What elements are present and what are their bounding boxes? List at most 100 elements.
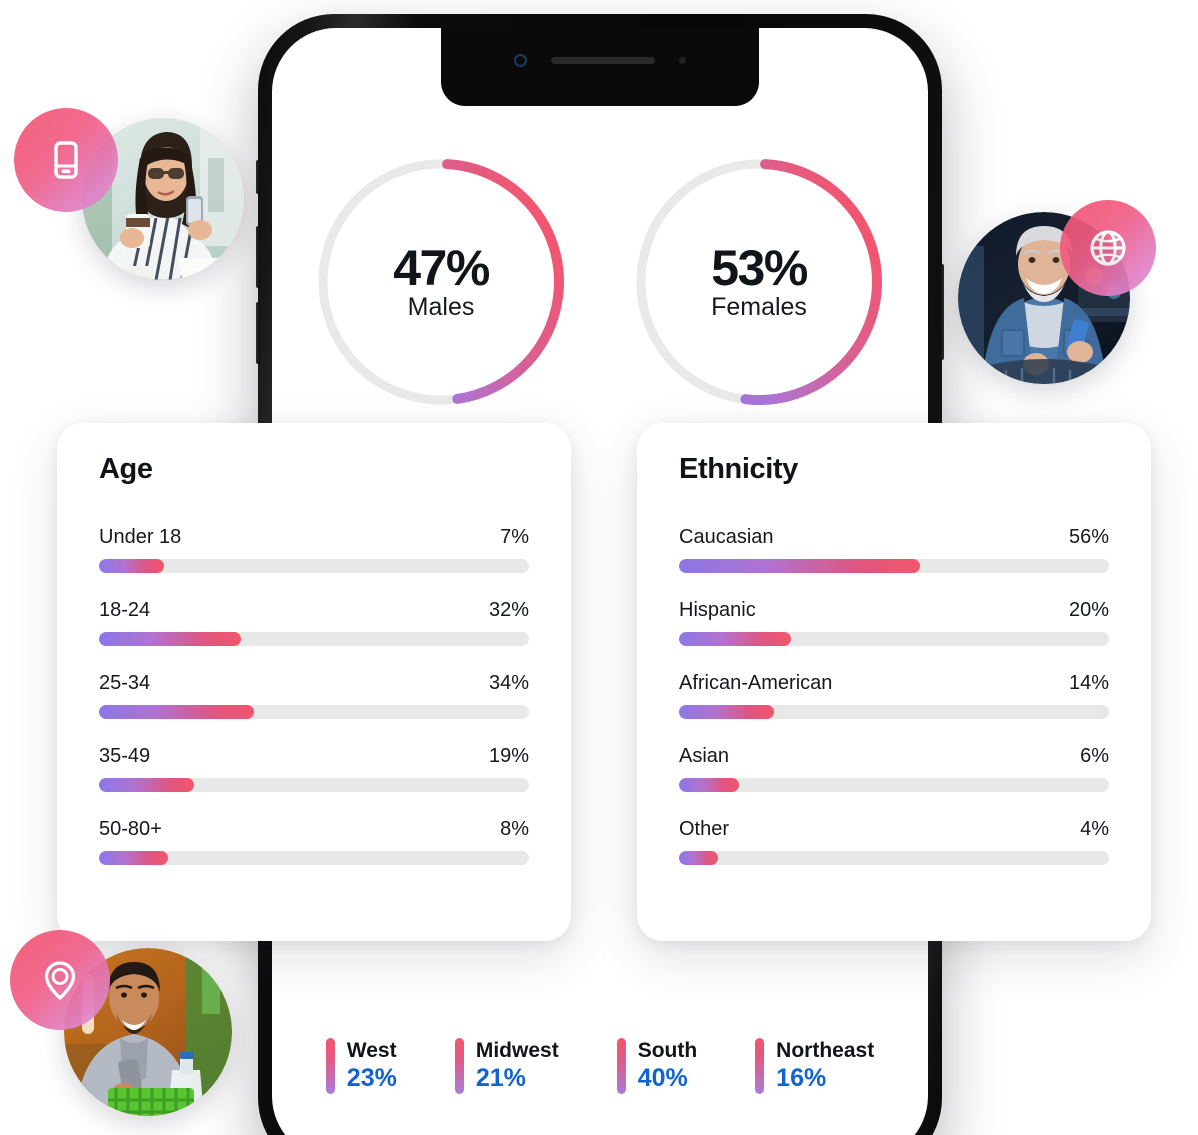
region-value: 21% <box>475 1064 526 1093</box>
stat-head: Caucasian 56% <box>679 526 1109 549</box>
region-name: South <box>637 1039 698 1063</box>
progress-track <box>679 559 1109 573</box>
donut-label-females: Females <box>711 292 807 321</box>
region-color-bar <box>755 1038 765 1094</box>
progress-fill <box>99 559 164 573</box>
progress-track <box>679 705 1109 719</box>
stat-label: 18-24 <box>99 599 151 621</box>
region-color-bar <box>325 1038 335 1094</box>
location-pin-icon <box>44 961 76 1000</box>
stat-head: Hispanic 20% <box>679 599 1109 622</box>
avatar-group-bottom-left <box>2 930 232 1135</box>
stat-head: Under 18 7% <box>99 526 529 549</box>
progress-fill <box>99 632 241 646</box>
stat-value: 20% <box>1068 599 1109 621</box>
stat-value: 19% <box>488 745 529 767</box>
stat-value: 56% <box>1068 526 1109 548</box>
avatar-group-top-left <box>14 108 244 318</box>
region-item-northeast[interactable]: Northeast 16% <box>755 1038 874 1094</box>
ethnicity-card-title: Ethnicity <box>679 453 798 485</box>
region-value: 16% <box>776 1064 827 1093</box>
age-card-title: Age <box>99 453 153 485</box>
ethnicity-row-caucasian: Caucasian 56% <box>679 526 1109 573</box>
speaker-grille-icon <box>551 56 655 64</box>
progress-track <box>679 778 1109 792</box>
stat-label: Other <box>679 818 730 840</box>
ethnicity-row-other: Other 4% <box>679 818 1109 865</box>
region-value: 40% <box>637 1064 688 1093</box>
ethnicity-card: Ethnicity Caucasian 56% Hispanic 20% Afr… <box>637 423 1151 941</box>
stat-label: Asian <box>679 745 730 767</box>
stat-head: 35-49 19% <box>99 745 529 768</box>
progress-track <box>679 632 1109 646</box>
camera-dot-icon <box>514 53 527 67</box>
stat-head: Asian 6% <box>679 745 1109 768</box>
progress-fill <box>99 705 254 719</box>
ethnicity-row-hispanic: Hispanic 20% <box>679 599 1109 646</box>
proximity-sensor-dot-icon <box>679 56 686 64</box>
age-row-50-80-plus: 50-80+ 8% <box>99 818 529 865</box>
region-text: South 40% <box>638 1039 697 1093</box>
region-item-west[interactable]: West 23% <box>325 1038 397 1094</box>
donut-chart-females: 53% Females <box>627 150 891 414</box>
region-name: Midwest <box>475 1039 559 1063</box>
stat-head: Other 4% <box>679 818 1109 841</box>
phone-volume-down-button[interactable] <box>256 302 260 364</box>
progress-track <box>679 851 1109 865</box>
progress-fill <box>99 851 168 865</box>
gender-donut-group: 47% Males 53% Females <box>272 150 928 414</box>
donut-value-females: 53% <box>711 239 808 296</box>
phone-volume-up-button[interactable] <box>256 226 260 288</box>
stat-head: 25-34 34% <box>99 672 529 695</box>
mobile-phone-icon-badge <box>14 108 118 212</box>
region-text: West 23% <box>347 1039 397 1093</box>
stat-head: 50-80+ 8% <box>99 818 529 841</box>
region-value: 23% <box>346 1064 397 1093</box>
age-row-18-24: 18-24 32% <box>99 599 529 646</box>
progress-track <box>99 778 529 792</box>
region-text: Northeast 16% <box>776 1039 874 1093</box>
stat-value: 32% <box>488 599 529 621</box>
donut-value-males: 47% <box>393 239 490 296</box>
stat-label: 25-34 <box>99 672 151 694</box>
mobile-phone-icon <box>54 141 78 179</box>
progress-fill <box>679 778 740 792</box>
stat-label: 35-49 <box>99 745 151 767</box>
age-row-35-49: 35-49 19% <box>99 745 529 792</box>
phone-notch <box>441 28 759 106</box>
phone-power-button[interactable] <box>940 264 944 360</box>
stat-label: African-American <box>679 672 833 694</box>
stat-label: 50-80+ <box>99 818 162 840</box>
region-legend: West 23% Midwest 21% South 40% Northeast… <box>272 1038 928 1094</box>
donut-chart-males: 47% Males <box>309 150 573 414</box>
progress-fill <box>679 632 791 646</box>
globe-icon <box>1090 230 1126 266</box>
donut-label-males: Males <box>407 292 475 321</box>
region-item-midwest[interactable]: Midwest 21% <box>454 1038 559 1094</box>
progress-track <box>99 632 529 646</box>
stat-value: 6% <box>1080 745 1109 767</box>
region-color-bar <box>454 1038 464 1094</box>
progress-track <box>99 705 529 719</box>
progress-track <box>99 559 529 573</box>
globe-icon-badge <box>1060 200 1156 296</box>
age-card: Age Under 18 7% 18-24 32% 25-34 34% 35-4… <box>57 423 571 941</box>
location-pin-icon-badge <box>10 930 110 1030</box>
stat-label: Caucasian <box>679 526 774 548</box>
stat-value: 14% <box>1068 672 1109 694</box>
stat-head: African-American 14% <box>679 672 1109 695</box>
progress-fill <box>679 559 920 573</box>
stat-value: 4% <box>1080 818 1109 840</box>
stat-label: Under 18 <box>99 526 182 548</box>
donut-center-females: 53% Females <box>627 150 891 414</box>
stat-value: 34% <box>488 672 529 694</box>
progress-fill <box>679 851 718 865</box>
age-row-25-34: 25-34 34% <box>99 672 529 719</box>
region-item-south[interactable]: South 40% <box>616 1038 697 1094</box>
progress-fill <box>679 705 774 719</box>
avatar-group-right <box>958 200 1188 410</box>
region-color-bar <box>616 1038 626 1094</box>
progress-fill <box>99 778 194 792</box>
phone-mute-switch[interactable] <box>256 160 260 194</box>
stat-value: 7% <box>500 526 529 548</box>
